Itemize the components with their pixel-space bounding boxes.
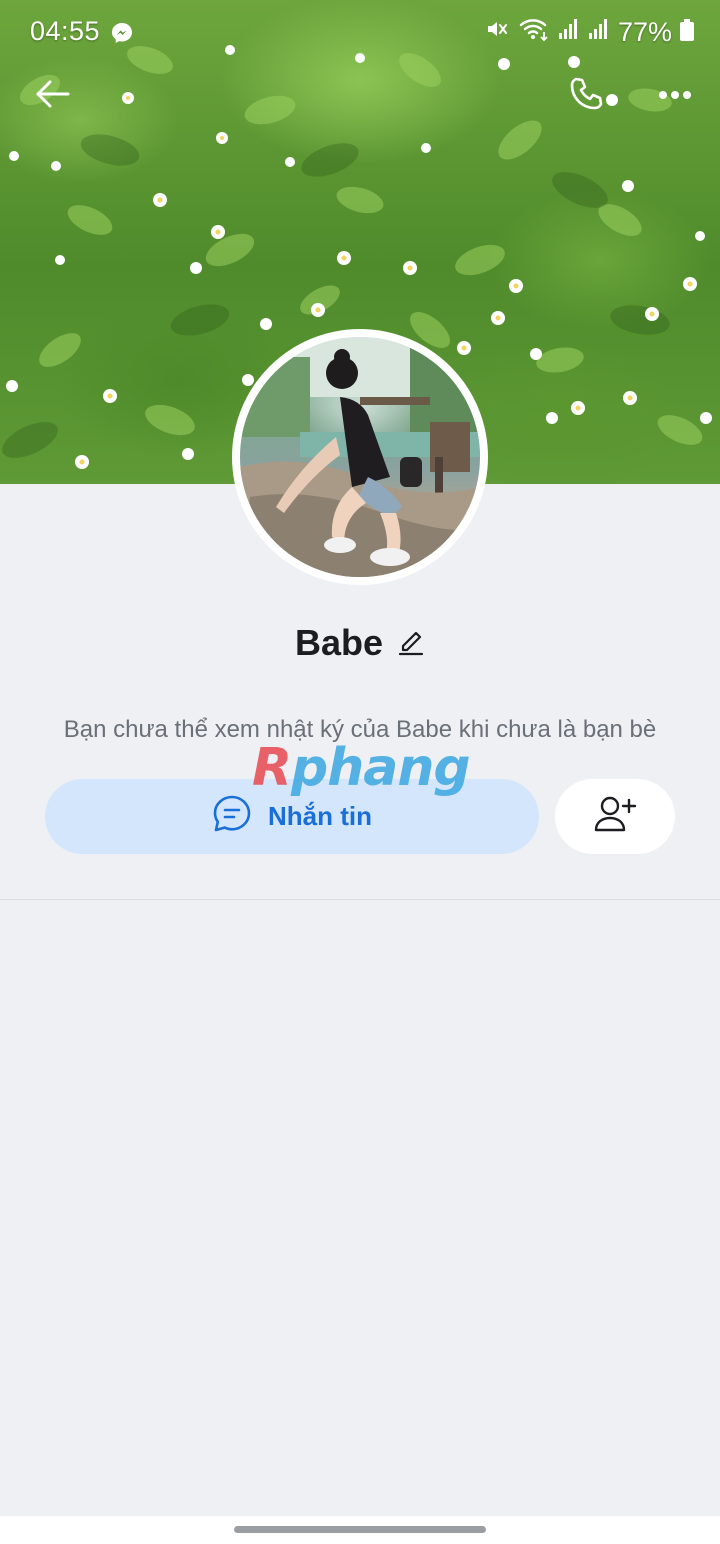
pencil-icon [397,626,425,661]
avatar-photo [240,337,480,577]
chat-bubble-icon [212,794,252,839]
section-divider [0,899,720,900]
status-icons: 77% [484,16,694,49]
battery-icon [680,17,694,48]
battery-percentage: 77% [617,17,672,47]
wifi-icon [518,16,550,49]
back-button[interactable] [24,68,80,124]
status-time: 04:55 [30,16,101,46]
add-friend-icon [593,794,637,839]
mute-icon [484,16,510,49]
status-bar: 04:55 77% [0,0,720,64]
more-icon [658,87,692,105]
signal-icon [588,17,610,48]
back-arrow-icon [34,79,70,114]
messenger-icon [110,21,134,52]
watermark-logo: Rphang [252,738,471,798]
more-button[interactable] [647,68,703,124]
add-friend-button[interactable] [555,779,675,854]
call-button[interactable] [558,68,614,124]
profile-name-row: Babe [0,622,720,664]
profile-name: Babe [294,622,384,663]
signal-icon [558,17,580,48]
avatar[interactable] [240,337,480,577]
edit-name-button[interactable] [397,626,425,661]
home-indicator[interactable] [234,1526,486,1533]
message-button-label: Nhắn tin [268,801,372,831]
phone-icon [568,76,604,117]
